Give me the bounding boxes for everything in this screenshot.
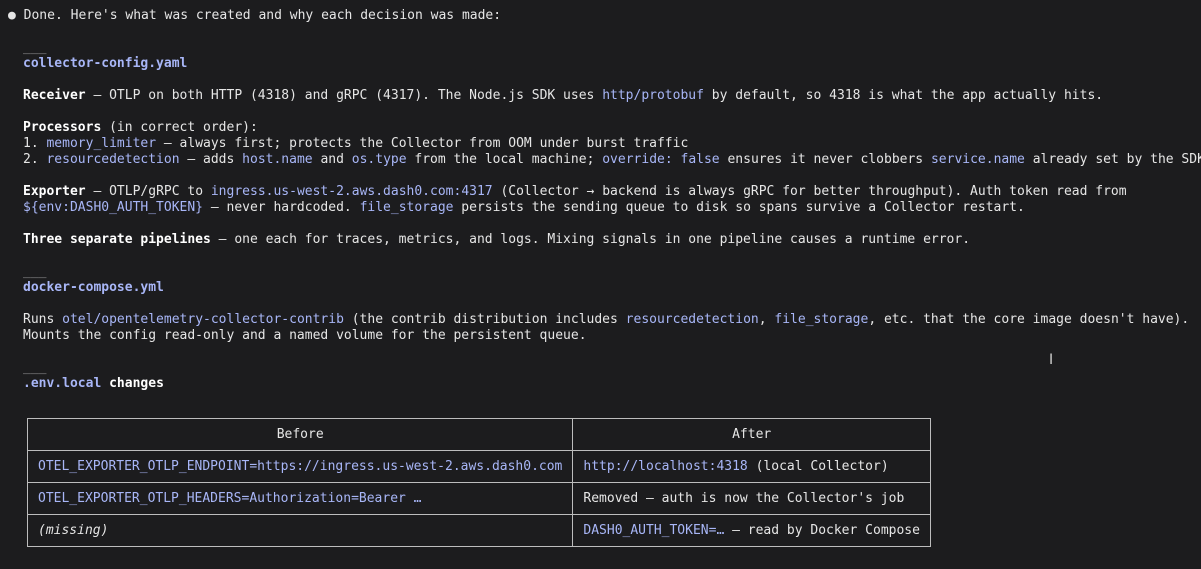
memory-limiter-code: memory_limiter bbox=[46, 136, 157, 151]
exporter-label: Exporter bbox=[23, 184, 86, 199]
file-storage-code: file_storage bbox=[359, 200, 454, 215]
before-cell: OTEL_EXPORTER_OTLP_ENDPOINT=https://ingr… bbox=[26, 450, 574, 483]
processors-suffix: (in correct order): bbox=[101, 120, 258, 135]
after-cell: http://localhost:4318 (local Collector) bbox=[572, 450, 931, 483]
item-number: 1. bbox=[23, 136, 47, 151]
after-text: (local Collector) bbox=[747, 458, 889, 474]
table-header-row: Before After bbox=[26, 418, 931, 451]
collector-filename: collector-config.yaml bbox=[23, 56, 188, 71]
item-text: ensures it never clobbers bbox=[719, 152, 931, 167]
item-text: from the local machine; bbox=[406, 152, 603, 167]
host-name-code: host.name bbox=[242, 152, 313, 167]
compose-text: , etc. that the core image doesn't have)… bbox=[868, 312, 1190, 327]
column-header-after: After bbox=[572, 418, 931, 451]
compose-text: , bbox=[758, 312, 775, 327]
exporter-endpoint-code: ingress.us-west-2.aws.dash0.com:4317 bbox=[210, 184, 493, 199]
receiver-text: — OTLP on both HTTP (4318) and gRPC (431… bbox=[85, 88, 603, 103]
resourcedetection-code: resourcedetection bbox=[46, 152, 180, 167]
item-text: already set by the SDK bbox=[1024, 152, 1201, 167]
table-row: OTEL_EXPORTER_OTLP_HEADERS=Authorization… bbox=[26, 482, 931, 515]
compose-line: Runs otel/opentelemetry-collector-contri… bbox=[23, 312, 1189, 328]
os-type-code: os.type bbox=[351, 152, 407, 167]
env-heading: .env.local changes bbox=[23, 376, 164, 392]
env-file-code: .env.local bbox=[23, 376, 102, 391]
override-code: override: false bbox=[602, 152, 720, 167]
exporter-text-2: (Collector → backend is always gRPC for … bbox=[492, 184, 1127, 199]
resourcedetection-code: resourcedetection bbox=[625, 312, 759, 327]
divider: ___ bbox=[23, 40, 47, 55]
before-cell: OTEL_EXPORTER_OTLP_HEADERS=Authorization… bbox=[26, 482, 574, 515]
column-header-before: Before bbox=[26, 418, 574, 451]
table-row: (missing) DASH0_AUTH_TOKEN=… — read by D… bbox=[26, 514, 931, 547]
pipelines-text: — one each for traces, metrics, and logs… bbox=[210, 232, 971, 247]
exporter-text-3: — never hardcoded. bbox=[203, 200, 360, 215]
compose-text: (the contrib distribution includes bbox=[343, 312, 626, 327]
processors-line: Processors (in correct order): bbox=[23, 120, 258, 136]
after-text: — read by Docker Compose bbox=[724, 522, 920, 538]
env-token-code: ${env:DASH0_AUTH_TOKEN} bbox=[23, 200, 204, 215]
receiver-code: http/protobuf bbox=[602, 88, 704, 103]
exporter-line: Exporter — OTLP/gRPC to ingress.us-west-… bbox=[23, 184, 1127, 200]
item-text: and bbox=[312, 152, 352, 167]
exporter-line-2: ${env:DASH0_AUTH_TOKEN} — never hardcode… bbox=[23, 200, 1025, 216]
divider: ___ bbox=[23, 264, 47, 279]
exporter-text: — OTLP/gRPC to bbox=[85, 184, 211, 199]
pipelines-line: Three separate pipelines — one each for … bbox=[23, 232, 970, 248]
contrib-image-code: otel/opentelemetry-collector-contrib bbox=[62, 312, 344, 327]
after-code: http://localhost:4318 bbox=[583, 458, 748, 474]
item-text: — always first; protects the Collector f… bbox=[156, 136, 689, 151]
compose-text: Runs bbox=[23, 312, 63, 327]
terminal-output: ● Done. Here's what was created and why … bbox=[0, 0, 1201, 569]
intro-text: Done. Here's what was created and why ea… bbox=[23, 8, 502, 23]
after-text: Removed — auth is now the Collector's jo… bbox=[583, 490, 905, 506]
text-cursor-icon: I bbox=[1049, 352, 1054, 368]
receiver-line: Receiver — OTLP on both HTTP (4318) and … bbox=[23, 88, 1103, 104]
changes-table: Before After OTEL_EXPORTER_OTLP_ENDPOINT… bbox=[26, 418, 931, 547]
env-suffix: changes bbox=[101, 376, 164, 391]
table-row: OTEL_EXPORTER_OTLP_ENDPOINT=https://ingr… bbox=[26, 450, 931, 483]
compose-line-2: Mounts the config read-only and a named … bbox=[23, 328, 587, 343]
receiver-label: Receiver bbox=[23, 88, 86, 103]
processor-item-2: 2. resourcedetection — adds host.name an… bbox=[23, 152, 1201, 168]
pipelines-label: Three separate pipelines bbox=[23, 232, 211, 247]
item-text: — adds bbox=[179, 152, 243, 167]
exporter-text-4: persists the sending queue to disk so sp… bbox=[453, 200, 1025, 215]
after-cell: Removed — auth is now the Collector's jo… bbox=[572, 482, 931, 515]
compose-filename: docker-compose.yml bbox=[23, 280, 164, 295]
after-cell: DASH0_AUTH_TOKEN=… — read by Docker Comp… bbox=[572, 514, 931, 547]
file-storage-code: file_storage bbox=[774, 312, 869, 327]
intro-line: ● Done. Here's what was created and why … bbox=[8, 8, 501, 24]
item-number: 2. bbox=[23, 152, 47, 167]
processor-item-1: 1. memory_limiter — always first; protec… bbox=[23, 136, 688, 152]
bullet-icon: ● bbox=[8, 8, 16, 23]
receiver-text-2: by default, so 4318 is what the app actu… bbox=[703, 88, 1104, 103]
divider: ___ bbox=[23, 360, 47, 375]
processors-label: Processors bbox=[23, 120, 102, 135]
before-cell: (missing) bbox=[26, 514, 574, 547]
service-name-code: service.name bbox=[930, 152, 1025, 167]
after-code: DASH0_AUTH_TOKEN=… bbox=[583, 522, 725, 538]
